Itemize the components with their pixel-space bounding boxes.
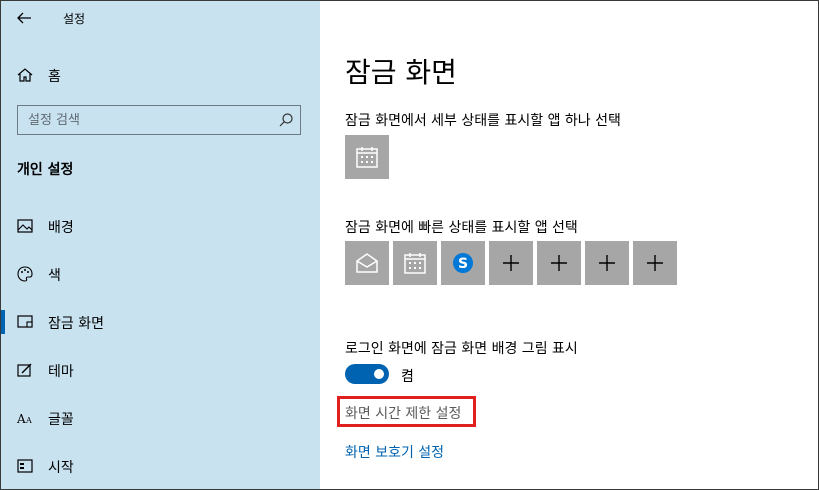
sidebar-item-color[interactable]: 색 (1, 256, 320, 292)
svg-text:S: S (458, 256, 468, 272)
app-title: 설정 (63, 12, 86, 26)
svg-text:A: A (16, 412, 26, 426)
search-input[interactable] (18, 106, 278, 134)
sidebar-item-start[interactable]: 시작 (1, 448, 320, 484)
sidebar-item-fonts[interactable]: A A 글꼴 (1, 400, 320, 436)
toggle-knob (374, 369, 384, 379)
toggle-state-label: 켬 (401, 369, 414, 385)
calendar-icon (404, 253, 426, 274)
sidebar-item-label: 잠금 화면 (48, 316, 104, 332)
screen-timeout-link[interactable]: 화면 시간 제한 설정 (345, 403, 461, 423)
sidebar-item-label: 시작 (48, 460, 74, 476)
search-icon[interactable] (278, 112, 294, 128)
add-app-tile[interactable] (537, 241, 581, 285)
title-bar: 설정 (1, 1, 320, 35)
signin-background-label: 로그인 화면에 잠금 화면 배경 그림 표시 (345, 341, 578, 357)
sidebar: 설정 홈 개인 설정 배경 (1, 1, 320, 489)
section-heading: 개인 설정 (17, 162, 74, 178)
detailed-status-app-tile[interactable] (345, 135, 389, 179)
add-app-tile[interactable] (633, 241, 677, 285)
add-app-tile[interactable] (585, 241, 629, 285)
sidebar-item-lock-screen[interactable]: 잠금 화면 (1, 304, 320, 340)
lock-screen-icon (17, 315, 33, 328)
sidebar-item-background[interactable]: 배경 (1, 208, 320, 244)
font-icon: A A (16, 412, 32, 426)
add-app-tile[interactable] (489, 241, 533, 285)
plus-icon (599, 255, 615, 271)
quick-status-app-tile[interactable]: S (441, 241, 485, 285)
calendar-icon (356, 147, 378, 168)
home-icon (17, 68, 33, 82)
page-title: 잠금 화면 (345, 56, 457, 89)
detailed-status-label: 잠금 화면에서 세부 상태를 표시할 앱 하나 선택 (345, 113, 621, 129)
skype-icon: S (453, 253, 473, 273)
sidebar-item-label: 홈 (48, 69, 61, 85)
plus-icon (551, 255, 567, 271)
image-icon (17, 219, 33, 233)
plus-icon (647, 255, 663, 271)
signin-background-toggle[interactable] (345, 364, 389, 384)
sidebar-item-label: 테마 (48, 364, 74, 380)
plus-icon (503, 255, 519, 271)
theme-brush-icon (17, 363, 32, 377)
sidebar-item-label: 글꼴 (48, 412, 74, 428)
search-box[interactable] (17, 105, 301, 135)
quick-status-label: 잠금 화면에 빠른 상태를 표시할 앱 선택 (345, 220, 578, 236)
quick-status-app-tile[interactable] (345, 241, 389, 285)
screensaver-link[interactable]: 화면 보호기 설정 (345, 442, 444, 462)
sidebar-item-theme[interactable]: 테마 (1, 352, 320, 388)
sidebar-item-label: 색 (48, 268, 61, 284)
palette-icon (17, 266, 33, 282)
start-icon (17, 459, 33, 473)
quick-status-app-tile[interactable] (393, 241, 437, 285)
mail-icon (356, 253, 378, 273)
svg-text:A: A (25, 416, 32, 425)
main-content: 잠금 화면 잠금 화면에서 세부 상태를 표시할 앱 하나 선택 잠금 화면에 … (320, 1, 818, 489)
sidebar-item-label: 배경 (48, 220, 74, 236)
back-arrow-icon[interactable] (15, 9, 33, 27)
sidebar-item-home[interactable]: 홈 (1, 57, 320, 93)
selection-indicator (1, 310, 5, 334)
settings-window: 설정 홈 개인 설정 배경 (0, 0, 819, 490)
